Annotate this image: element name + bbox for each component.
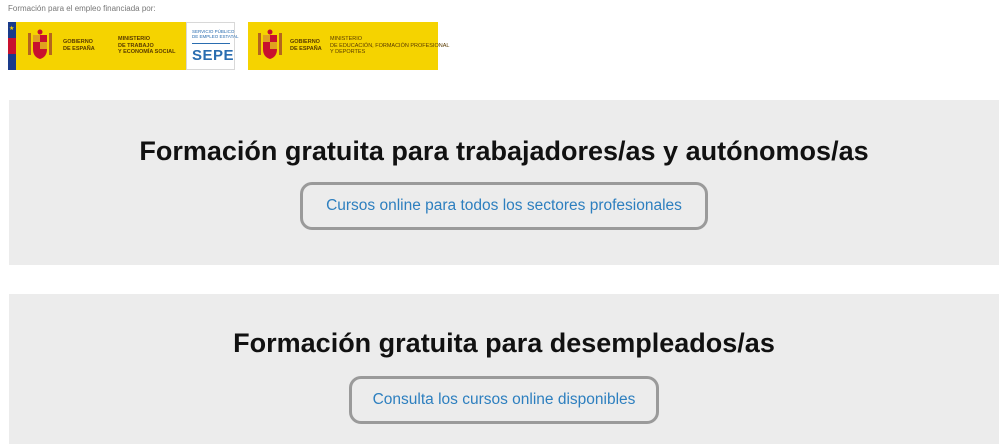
workers-section-title: Formación gratuita para trabajadores/as … [139,136,869,166]
sepe-subtitle: SERVICIO PÚBLICO DE EMPLEO ESTATAL [192,29,239,39]
unemployed-section-title: Formación gratuita para desempleados/as [233,328,775,358]
unemployed-courses-button[interactable]: Consulta los cursos online disponibles [349,376,659,424]
coat-of-arms-icon [28,29,52,59]
sepe-logo: SERVICIO PÚBLICO DE EMPLEO ESTATAL SEPE [186,22,239,70]
gobierno-label: GOBIERNO DE ESPAÑA [290,39,322,52]
government-education-ministry-logo: GOBIERNO DE ESPAÑA MINISTERIO DE EDUCACI… [248,22,450,70]
coat-of-arms-icon [258,29,282,59]
gobierno-label: GOBIERNO DE ESPAÑA [63,39,95,52]
unemployed-section: Formación gratuita para desempleados/as … [9,294,999,444]
funded-by-caption: Formación para el empleo financiada por: [8,4,156,13]
ministerio-educacion-label: MINISTERIO DE EDUCACIÓN, FORMACIÓN PROFE… [330,36,450,55]
government-labour-ministry-logo: ★ GOBIERNO DE ESPAÑA MINISTERIO DE TRABA… [8,22,239,70]
workers-courses-button[interactable]: Cursos online para todos los sectores pr… [300,182,708,230]
workers-section: Formación gratuita para trabajadores/as … [9,100,999,265]
eu-flag-icon: ★ [8,22,16,70]
ministerio-trabajo-label: MINISTERIO DE TRABAJO Y ECONOMÍA SOCIAL [118,36,176,55]
sepe-wordmark: SEPE [192,47,235,64]
